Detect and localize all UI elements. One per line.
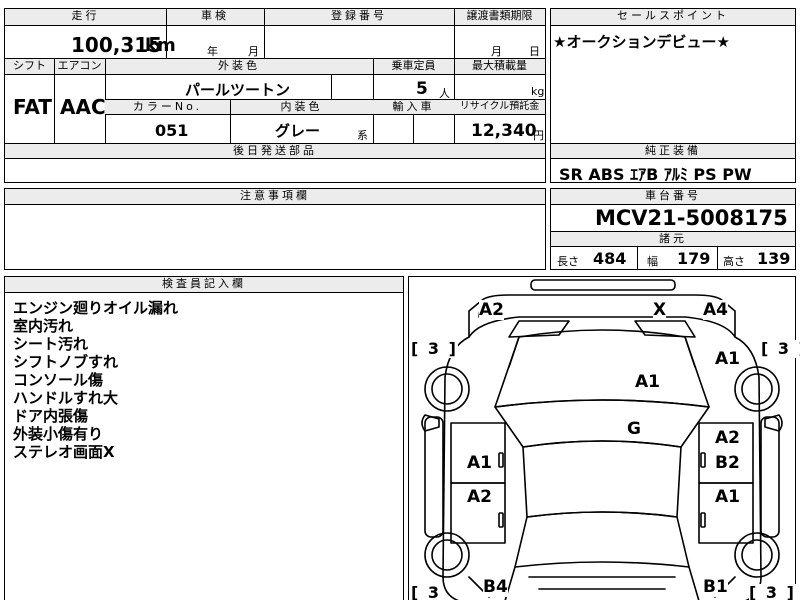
registration-header: 登録番号	[264, 9, 454, 25]
equipment-header: 純正装備	[551, 144, 795, 158]
specs-header: 諸元	[551, 232, 795, 246]
mileage-header: 走行	[5, 9, 166, 25]
transfer-month-label: 月	[491, 45, 502, 58]
max-load-unit: kg	[531, 85, 545, 98]
notes-header: 注意事項欄	[5, 189, 545, 204]
inspector-note: コンソール傷	[13, 371, 104, 389]
inspector-note: シフトノブすれ	[13, 353, 119, 371]
color-no-header: カラーNo.	[105, 100, 230, 114]
mark-rear-right: B1	[703, 577, 728, 597]
tire-rear-left: [ 3	[411, 583, 442, 600]
notes-box: 注意事項欄	[4, 188, 546, 270]
width-value: 179	[677, 249, 711, 268]
mark-front-door-left: A1	[467, 453, 492, 473]
recycle-deposit-value: 12,340	[471, 121, 537, 141]
chassis-number-value: MCV21-5008175	[595, 206, 788, 230]
mark-front-door-right-bottom: B2	[715, 453, 740, 473]
inspector-note: 室内汚れ	[13, 317, 74, 335]
inspector-note: 外装小傷有り	[13, 425, 104, 443]
mark-rear-door-right: A1	[715, 487, 740, 507]
interior-color-suffix: 系	[357, 129, 368, 142]
length-label: 長さ	[557, 255, 579, 268]
inspection-header: 車検	[166, 9, 264, 25]
interior-color-header: 内装色	[230, 100, 373, 114]
mark-front-right: A4	[703, 300, 728, 320]
tire-front-right: [ 3 ]	[761, 340, 800, 358]
mark-front-door-right-top: A2	[715, 428, 740, 448]
vehicle-info-form: 走行 車検 登録番号 譲渡書類期限 100,315 km 年 月 月 日 シフト…	[4, 8, 546, 183]
tire-rear-right: [ 3 ]	[749, 583, 796, 600]
recycle-deposit-unit: 円	[533, 129, 544, 142]
chassis-specs-box: 車台番号 MCV21-5008175 諸元 長さ 484 幅 179 高さ 13…	[550, 188, 796, 270]
width-label: 幅	[647, 255, 658, 268]
equipment-value: SR ABS ｴｱB ｱﾙﾐ PS PW	[559, 165, 752, 184]
inspection-month-label: 月	[248, 45, 259, 58]
recycle-deposit-header: リサイクル預託金	[454, 100, 545, 114]
chassis-number-header: 車台番号	[551, 189, 795, 204]
import-header: 輸入車	[373, 100, 454, 114]
inspection-year-label: 年	[207, 45, 218, 58]
inspector-note: ドア内張傷	[13, 407, 89, 425]
ac-value: AAC	[60, 95, 106, 119]
mark-front-left: A2	[479, 300, 504, 320]
inspector-note: ハンドルすれ大	[13, 389, 119, 407]
transfer-day-label: 日	[529, 45, 540, 58]
ac-header: エアコン	[54, 59, 105, 74]
inspector-note: ステレオ画面X	[13, 443, 115, 461]
mark-hood: A1	[635, 372, 660, 392]
transfer-deadline-header: 譲渡書類期限	[454, 9, 545, 25]
max-load-header: 最大積載量	[454, 59, 545, 74]
exterior-color-value: パールツートン	[185, 81, 291, 99]
mileage-unit: km	[145, 35, 176, 56]
later-parts-header: 後日発送部品	[5, 144, 545, 158]
capacity-header: 乗車定員	[373, 59, 454, 74]
color-no-value: 051	[155, 121, 189, 140]
tire-front-left: [ 3 ]	[411, 339, 458, 358]
inspector-note: シート汚れ	[13, 335, 89, 353]
capacity-value: 5	[416, 79, 428, 99]
shift-header: シフト	[5, 59, 54, 74]
mark-rear-left: B4	[483, 577, 508, 597]
mark-roof: G	[627, 419, 641, 439]
exterior-color-header: 外装色	[105, 59, 373, 74]
sales-point-box: セールスポイント ★オークションデビュー★ 純正装備 SR ABS ｴｱB ｱﾙ…	[550, 8, 796, 184]
length-value: 484	[593, 249, 627, 268]
height-label: 高さ	[723, 255, 745, 268]
mark-rear-door-left: A2	[467, 487, 492, 507]
sales-point-header: セールスポイント	[551, 9, 795, 25]
interior-color-value: グレー	[275, 122, 321, 140]
sales-point-text: ★オークションデビュー★	[553, 33, 730, 51]
inspector-notes-header: 検査員記入欄	[5, 277, 403, 292]
inspector-notes-list: エンジン廻りオイル漏れ 室内汚れ シート汚れ シフトノブすれ コンソール傷 ハン…	[13, 299, 178, 461]
height-value: 139	[757, 249, 791, 268]
car-damage-diagram: A2 X A4 A1 A1 G A1 A2 B2 A2 A1 B4 B1 [ 3…	[408, 276, 800, 600]
inspector-note: エンジン廻りオイル漏れ	[13, 299, 179, 317]
shift-value: FAT	[13, 95, 52, 119]
inspector-notes-box: 検査員記入欄 エンジン廻りオイル漏れ 室内汚れ シート汚れ シフトノブすれ コン…	[4, 276, 404, 600]
mark-fender-right: A1	[715, 349, 740, 369]
mark-front-center: X	[653, 300, 667, 320]
